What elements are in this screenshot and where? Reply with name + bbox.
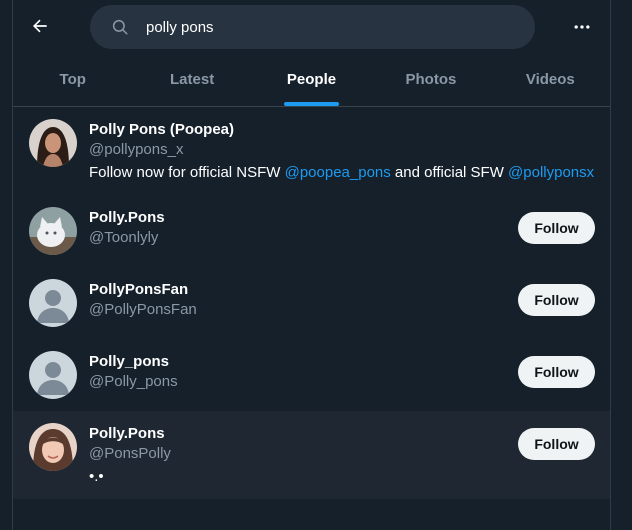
follow-button[interactable]: Follow <box>518 284 595 316</box>
user-bio: •.• <box>89 468 104 485</box>
user-row[interactable]: Polly Pons (Poopea) @pollypons_x Follow … <box>13 107 610 195</box>
back-button[interactable] <box>26 12 54 40</box>
tab-top[interactable]: Top <box>13 53 132 106</box>
user-handle: @Polly_pons <box>89 373 178 390</box>
user-bio: Follow now for official NSFW @poopea_pon… <box>89 164 594 181</box>
user-display-name: Polly_pons <box>89 353 170 370</box>
tab-label: Videos <box>525 71 575 88</box>
tab-label: People <box>286 71 337 88</box>
avatar[interactable] <box>29 423 77 471</box>
bio-mention-link[interactable]: @pollyponsx <box>508 164 594 181</box>
user-row[interactable]: Polly_pons @Polly_pons Follow <box>13 339 610 411</box>
tab-photos[interactable]: Photos <box>371 53 490 106</box>
user-handle: @PonsPolly <box>89 445 171 462</box>
user-display-name: Polly Pons (Poopea) <box>89 121 235 138</box>
right-border <box>610 0 611 530</box>
bio-text: and official SFW <box>390 164 509 181</box>
bio-mention-link[interactable]: @poopea_pons <box>285 164 391 181</box>
search-tabs: Top Latest People Photos Videos <box>13 53 610 107</box>
tab-label: Latest <box>170 71 215 88</box>
user-display-name: Polly.Pons <box>89 425 165 442</box>
tab-people[interactable]: People <box>252 53 371 106</box>
follow-button[interactable]: Follow <box>518 428 595 460</box>
user-display-name: Polly.Pons <box>89 209 165 226</box>
tab-latest[interactable]: Latest <box>132 53 251 106</box>
user-handle: @PollyPonsFan <box>89 301 197 318</box>
follow-button[interactable]: Follow <box>518 356 595 388</box>
user-row[interactable]: Polly.Pons @PonsPolly •.• Follow <box>13 411 610 499</box>
user-row[interactable]: PollyPonsFan @PollyPonsFan Follow <box>13 267 610 339</box>
user-row[interactable]: Polly.Pons @Toonlyly Follow <box>13 195 610 267</box>
bio-text: Follow now for official NSFW <box>89 164 285 181</box>
search-icon <box>110 17 130 37</box>
more-horizontal-icon <box>574 25 590 29</box>
arrow-left-icon <box>33 19 47 33</box>
more-options-button[interactable] <box>568 13 596 41</box>
search-input[interactable] <box>146 18 506 36</box>
user-handle: @pollypons_x <box>89 141 184 158</box>
tab-label: Photos <box>405 71 457 88</box>
avatar[interactable] <box>29 279 77 327</box>
user-display-name: PollyPonsFan <box>89 281 189 298</box>
people-list: Polly Pons (Poopea) @pollypons_x Follow … <box>13 107 610 499</box>
avatar[interactable] <box>29 351 77 399</box>
user-handle: @Toonlyly <box>89 229 159 246</box>
tab-label: Top <box>59 71 86 88</box>
avatar[interactable] <box>29 207 77 255</box>
tab-videos[interactable]: Videos <box>491 53 610 106</box>
tab-indicator <box>284 102 340 106</box>
avatar[interactable] <box>29 119 77 167</box>
follow-button[interactable]: Follow <box>518 212 595 244</box>
search-bar[interactable] <box>90 5 535 49</box>
